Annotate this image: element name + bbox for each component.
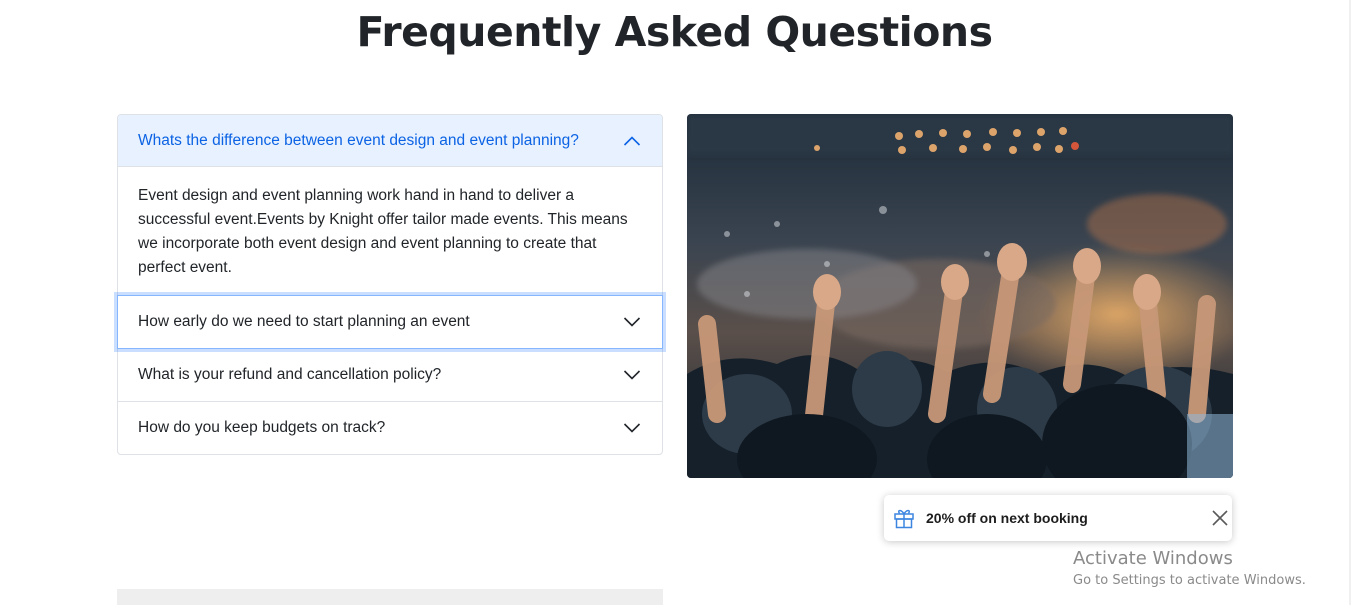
windows-activation-title: Activate Windows xyxy=(1073,548,1233,569)
concert-photo-illustration xyxy=(687,114,1233,478)
chevron-down-icon xyxy=(623,423,641,433)
chevron-down-icon xyxy=(623,370,641,380)
faq-item: What is your refund and cancellation pol… xyxy=(118,348,662,401)
chevron-down-icon xyxy=(623,317,641,327)
faq-question-text: What is your refund and cancellation pol… xyxy=(138,366,442,383)
promo-text: 20% off on next booking xyxy=(926,510,1088,526)
faq-question-text: How do you keep budgets on track? xyxy=(138,419,386,436)
chevron-up-icon xyxy=(623,135,641,146)
windows-activation-subtitle: Go to Settings to activate Windows. xyxy=(1073,573,1306,588)
faq-question-text: How early do we need to start planning a… xyxy=(138,313,470,330)
next-section-preview xyxy=(117,589,663,605)
faq-item: How early do we need to start planning a… xyxy=(117,295,663,349)
faq-accordion: Whats the difference between event desig… xyxy=(117,114,663,455)
faq-question-button[interactable]: Whats the difference between event desig… xyxy=(118,115,662,167)
faq-item: Whats the difference between event desig… xyxy=(118,115,662,295)
close-icon[interactable] xyxy=(1211,509,1229,527)
faq-question-button[interactable]: What is your refund and cancellation pol… xyxy=(118,349,662,401)
faq-question-button[interactable]: How early do we need to start planning a… xyxy=(117,295,663,349)
page-title: Frequently Asked Questions xyxy=(356,8,994,56)
faq-item: How do you keep budgets on track? xyxy=(118,401,662,454)
faq-answer: Event design and event planning work han… xyxy=(138,187,628,276)
gift-icon xyxy=(894,509,914,529)
faq-question-text: Whats the difference between event desig… xyxy=(138,131,579,149)
faq-question-button[interactable]: How do you keep budgets on track? xyxy=(118,402,662,454)
concert-crowd-image xyxy=(687,114,1233,478)
promo-toast[interactable]: 20% off on next booking xyxy=(884,495,1232,541)
